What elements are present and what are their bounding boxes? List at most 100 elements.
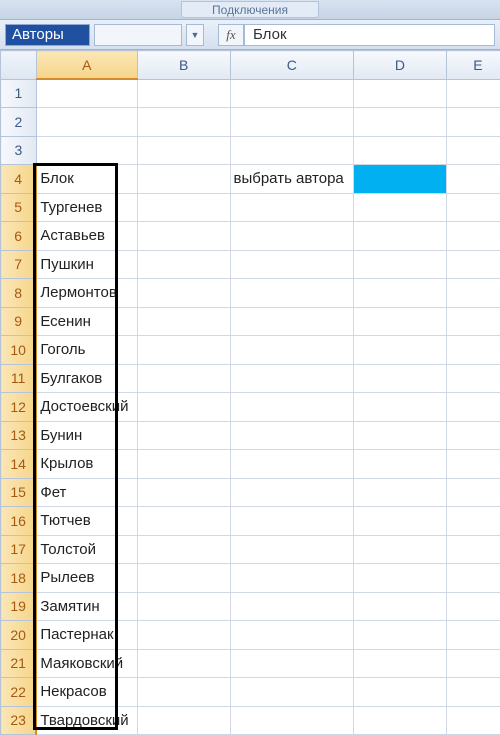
cell-C7[interactable] bbox=[230, 250, 354, 279]
cell-B9[interactable] bbox=[137, 307, 230, 336]
cell-B8[interactable] bbox=[137, 279, 230, 308]
cell-C3[interactable] bbox=[230, 136, 354, 165]
cell-E9[interactable] bbox=[446, 307, 500, 336]
fx-button[interactable]: fx bbox=[218, 24, 244, 46]
cell-E8[interactable] bbox=[446, 279, 500, 308]
cell-E1[interactable] bbox=[446, 79, 500, 108]
cell-E23[interactable] bbox=[446, 706, 500, 735]
cell-D6[interactable] bbox=[354, 222, 447, 251]
cell-A5[interactable]: Тургенев bbox=[36, 193, 137, 222]
cell-C21[interactable] bbox=[230, 649, 354, 678]
cell-A19[interactable]: Замятин bbox=[36, 592, 137, 621]
cell-E7[interactable] bbox=[446, 250, 500, 279]
cell-A15[interactable]: Фет bbox=[36, 478, 137, 507]
cell-B20[interactable] bbox=[137, 621, 230, 650]
row-header-18[interactable]: 18 bbox=[1, 564, 37, 593]
select-all-corner[interactable] bbox=[1, 51, 37, 80]
cell-D4[interactable] bbox=[354, 165, 447, 194]
cell-B13[interactable] bbox=[137, 421, 230, 450]
row-header-10[interactable]: 10 bbox=[1, 336, 37, 365]
column-header-D[interactable]: D bbox=[354, 51, 447, 80]
cell-D9[interactable] bbox=[354, 307, 447, 336]
cell-E10[interactable] bbox=[446, 336, 500, 365]
name-box[interactable]: Авторы bbox=[5, 24, 90, 46]
row-header-17[interactable]: 17 bbox=[1, 535, 37, 564]
cell-D19[interactable] bbox=[354, 592, 447, 621]
cell-E6[interactable] bbox=[446, 222, 500, 251]
cell-E16[interactable] bbox=[446, 507, 500, 536]
cell-A21[interactable]: Маяковский bbox=[36, 649, 137, 678]
row-header-8[interactable]: 8 bbox=[1, 279, 37, 308]
cell-C8[interactable] bbox=[230, 279, 354, 308]
cell-B23[interactable] bbox=[137, 706, 230, 735]
row-header-9[interactable]: 9 bbox=[1, 307, 37, 336]
cell-C23[interactable] bbox=[230, 706, 354, 735]
cell-D3[interactable] bbox=[354, 136, 447, 165]
column-header-A[interactable]: A bbox=[36, 51, 137, 80]
cell-B5[interactable] bbox=[137, 193, 230, 222]
cell-B15[interactable] bbox=[137, 478, 230, 507]
cell-D14[interactable] bbox=[354, 450, 447, 479]
row-header-12[interactable]: 12 bbox=[1, 393, 37, 422]
cell-C20[interactable] bbox=[230, 621, 354, 650]
row-header-5[interactable]: 5 bbox=[1, 193, 37, 222]
cell-E19[interactable] bbox=[446, 592, 500, 621]
cell-D2[interactable] bbox=[354, 108, 447, 137]
cell-E3[interactable] bbox=[446, 136, 500, 165]
row-header-15[interactable]: 15 bbox=[1, 478, 37, 507]
cell-E22[interactable] bbox=[446, 678, 500, 707]
cell-B3[interactable] bbox=[137, 136, 230, 165]
cell-D8[interactable] bbox=[354, 279, 447, 308]
cell-C9[interactable] bbox=[230, 307, 354, 336]
row-header-13[interactable]: 13 bbox=[1, 421, 37, 450]
cell-C17[interactable] bbox=[230, 535, 354, 564]
cell-E5[interactable] bbox=[446, 193, 500, 222]
cell-C4[interactable]: выбрать автора bbox=[230, 165, 354, 194]
cell-D20[interactable] bbox=[354, 621, 447, 650]
cell-D18[interactable] bbox=[354, 564, 447, 593]
row-header-7[interactable]: 7 bbox=[1, 250, 37, 279]
cell-C5[interactable] bbox=[230, 193, 354, 222]
row-header-22[interactable]: 22 bbox=[1, 678, 37, 707]
cell-A1[interactable] bbox=[36, 79, 137, 108]
cell-B14[interactable] bbox=[137, 450, 230, 479]
cell-A22[interactable]: Некрасов bbox=[36, 678, 137, 707]
cell-A23[interactable]: Твардовский bbox=[36, 706, 137, 735]
row-header-4[interactable]: 4 bbox=[1, 165, 37, 194]
cell-E20[interactable] bbox=[446, 621, 500, 650]
cell-D21[interactable] bbox=[354, 649, 447, 678]
row-header-2[interactable]: 2 bbox=[1, 108, 37, 137]
cell-C2[interactable] bbox=[230, 108, 354, 137]
cell-A20[interactable]: Пастернак bbox=[36, 621, 137, 650]
row-header-14[interactable]: 14 bbox=[1, 450, 37, 479]
cell-A6[interactable]: Аставьев bbox=[36, 222, 137, 251]
cell-D16[interactable] bbox=[354, 507, 447, 536]
ribbon-group-connections[interactable]: Подключения bbox=[181, 1, 319, 18]
cell-D22[interactable] bbox=[354, 678, 447, 707]
cell-B16[interactable] bbox=[137, 507, 230, 536]
cell-A10[interactable]: Гоголь bbox=[36, 336, 137, 365]
cell-B1[interactable] bbox=[137, 79, 230, 108]
cell-B6[interactable] bbox=[137, 222, 230, 251]
cell-C19[interactable] bbox=[230, 592, 354, 621]
cell-A12[interactable]: Достоевский bbox=[36, 393, 137, 422]
cell-A9[interactable]: Есенин bbox=[36, 307, 137, 336]
cell-B7[interactable] bbox=[137, 250, 230, 279]
cell-C6[interactable] bbox=[230, 222, 354, 251]
cell-C22[interactable] bbox=[230, 678, 354, 707]
row-header-3[interactable]: 3 bbox=[1, 136, 37, 165]
row-header-6[interactable]: 6 bbox=[1, 222, 37, 251]
cell-E21[interactable] bbox=[446, 649, 500, 678]
cell-D13[interactable] bbox=[354, 421, 447, 450]
cell-A2[interactable] bbox=[36, 108, 137, 137]
cell-A3[interactable] bbox=[36, 136, 137, 165]
cell-E4[interactable] bbox=[446, 165, 500, 194]
cell-D23[interactable] bbox=[354, 706, 447, 735]
column-header-E[interactable]: E bbox=[446, 51, 500, 80]
spreadsheet-grid[interactable]: ABCDE 1234Блоквыбрать автора5Тургенев6Ас… bbox=[0, 50, 500, 735]
formula-input[interactable]: Блок bbox=[244, 24, 495, 46]
cell-D17[interactable] bbox=[354, 535, 447, 564]
cell-E12[interactable] bbox=[446, 393, 500, 422]
cell-A17[interactable]: Толстой bbox=[36, 535, 137, 564]
cell-A11[interactable]: Булгаков bbox=[36, 364, 137, 393]
